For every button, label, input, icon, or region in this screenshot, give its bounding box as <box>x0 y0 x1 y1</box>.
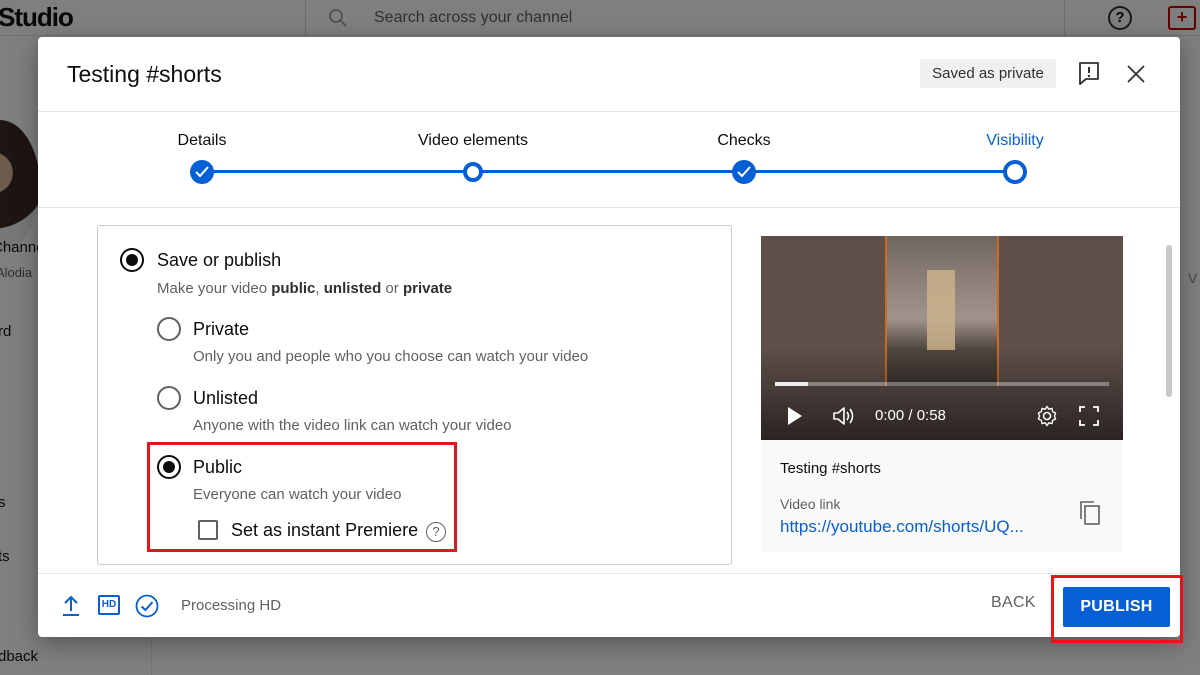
public-label: Public <box>193 457 243 477</box>
play-icon[interactable] <box>787 406 803 426</box>
step-details-check-icon[interactable] <box>190 160 214 184</box>
publish-button[interactable]: PUBLISH <box>1063 587 1170 627</box>
video-progress-bar[interactable] <box>775 382 1109 386</box>
private-description: Only you and people who you choose can w… <box>193 348 589 365</box>
content-scrollbar[interactable] <box>1166 245 1172 397</box>
instant-premiere-label[interactable]: Set as instant Premiere <box>231 520 418 541</box>
fullscreen-icon[interactable] <box>1079 406 1099 426</box>
upload-icon[interactable] <box>62 595 80 617</box>
step-details-label[interactable]: Details <box>178 132 227 150</box>
settings-gear-icon[interactable] <box>1036 405 1058 427</box>
upload-stepper: Details Video elements Checks Visibility <box>38 112 1180 208</box>
step-video-elements-dot[interactable] <box>463 162 483 182</box>
copy-icon[interactable] <box>1078 500 1102 526</box>
preview-video-title: Testing #shorts <box>780 460 881 477</box>
unlisted-radio[interactable] <box>157 386 181 410</box>
unlisted-label: Unlisted <box>193 388 259 408</box>
volume-icon[interactable] <box>832 406 856 426</box>
checks-complete-icon[interactable] <box>135 594 159 618</box>
save-or-publish-title: Save or publish <box>157 250 282 270</box>
hd-badge-icon[interactable]: HD <box>98 595 120 615</box>
back-button[interactable]: BACK <box>991 594 1036 612</box>
step-checks-label[interactable]: Checks <box>717 132 770 150</box>
saved-status-badge: Saved as private <box>920 59 1056 88</box>
video-link-label: Video link <box>780 496 841 512</box>
video-link-url[interactable]: https://youtube.com/shorts/UQ... <box>780 517 1050 537</box>
dialog-content: Save or publish Make your video public, … <box>38 209 1180 573</box>
step-visibility-label[interactable]: Visibility <box>986 132 1044 150</box>
close-icon[interactable] <box>1126 64 1146 84</box>
instant-premiere-checkbox[interactable] <box>198 520 218 540</box>
stepper-line <box>202 170 1015 173</box>
player-controls-gradient <box>761 346 1123 440</box>
step-visibility-dot[interactable] <box>1003 160 1027 184</box>
public-description: Everyone can watch your video <box>193 486 402 503</box>
dialog-header: Testing #shorts Saved as private <box>38 37 1180 112</box>
video-time: 0:00 / 0:58 <box>875 407 946 424</box>
upload-dialog: Testing #shorts Saved as private Details… <box>38 37 1180 637</box>
dialog-title: Testing #shorts <box>67 61 222 87</box>
video-player[interactable]: 0:00 / 0:58 <box>761 236 1123 440</box>
processing-status: Processing HD <box>181 597 282 614</box>
unlisted-description: Anyone with the video link can watch you… <box>193 417 512 434</box>
save-or-publish-radio[interactable] <box>120 248 144 272</box>
save-or-publish-description: Make your video public, unlisted or priv… <box>157 280 453 297</box>
step-video-elements-label[interactable]: Video elements <box>418 132 528 150</box>
private-radio[interactable] <box>157 317 181 341</box>
feedback-icon[interactable] <box>1078 61 1100 85</box>
step-checks-check-icon[interactable] <box>732 160 756 184</box>
video-progress-fill <box>775 382 809 386</box>
dialog-footer: HD Processing HD BACK PUBLISH <box>38 573 1180 637</box>
video-scene-door <box>927 270 955 350</box>
video-preview-card: 0:00 / 0:58 Testing #shorts Video link h… <box>761 236 1123 552</box>
private-label: Private <box>193 319 250 339</box>
visibility-options-box: Save or publish Make your video public, … <box>97 225 732 565</box>
public-radio[interactable] <box>157 455 181 479</box>
premiere-help-icon[interactable]: ? <box>426 522 446 542</box>
